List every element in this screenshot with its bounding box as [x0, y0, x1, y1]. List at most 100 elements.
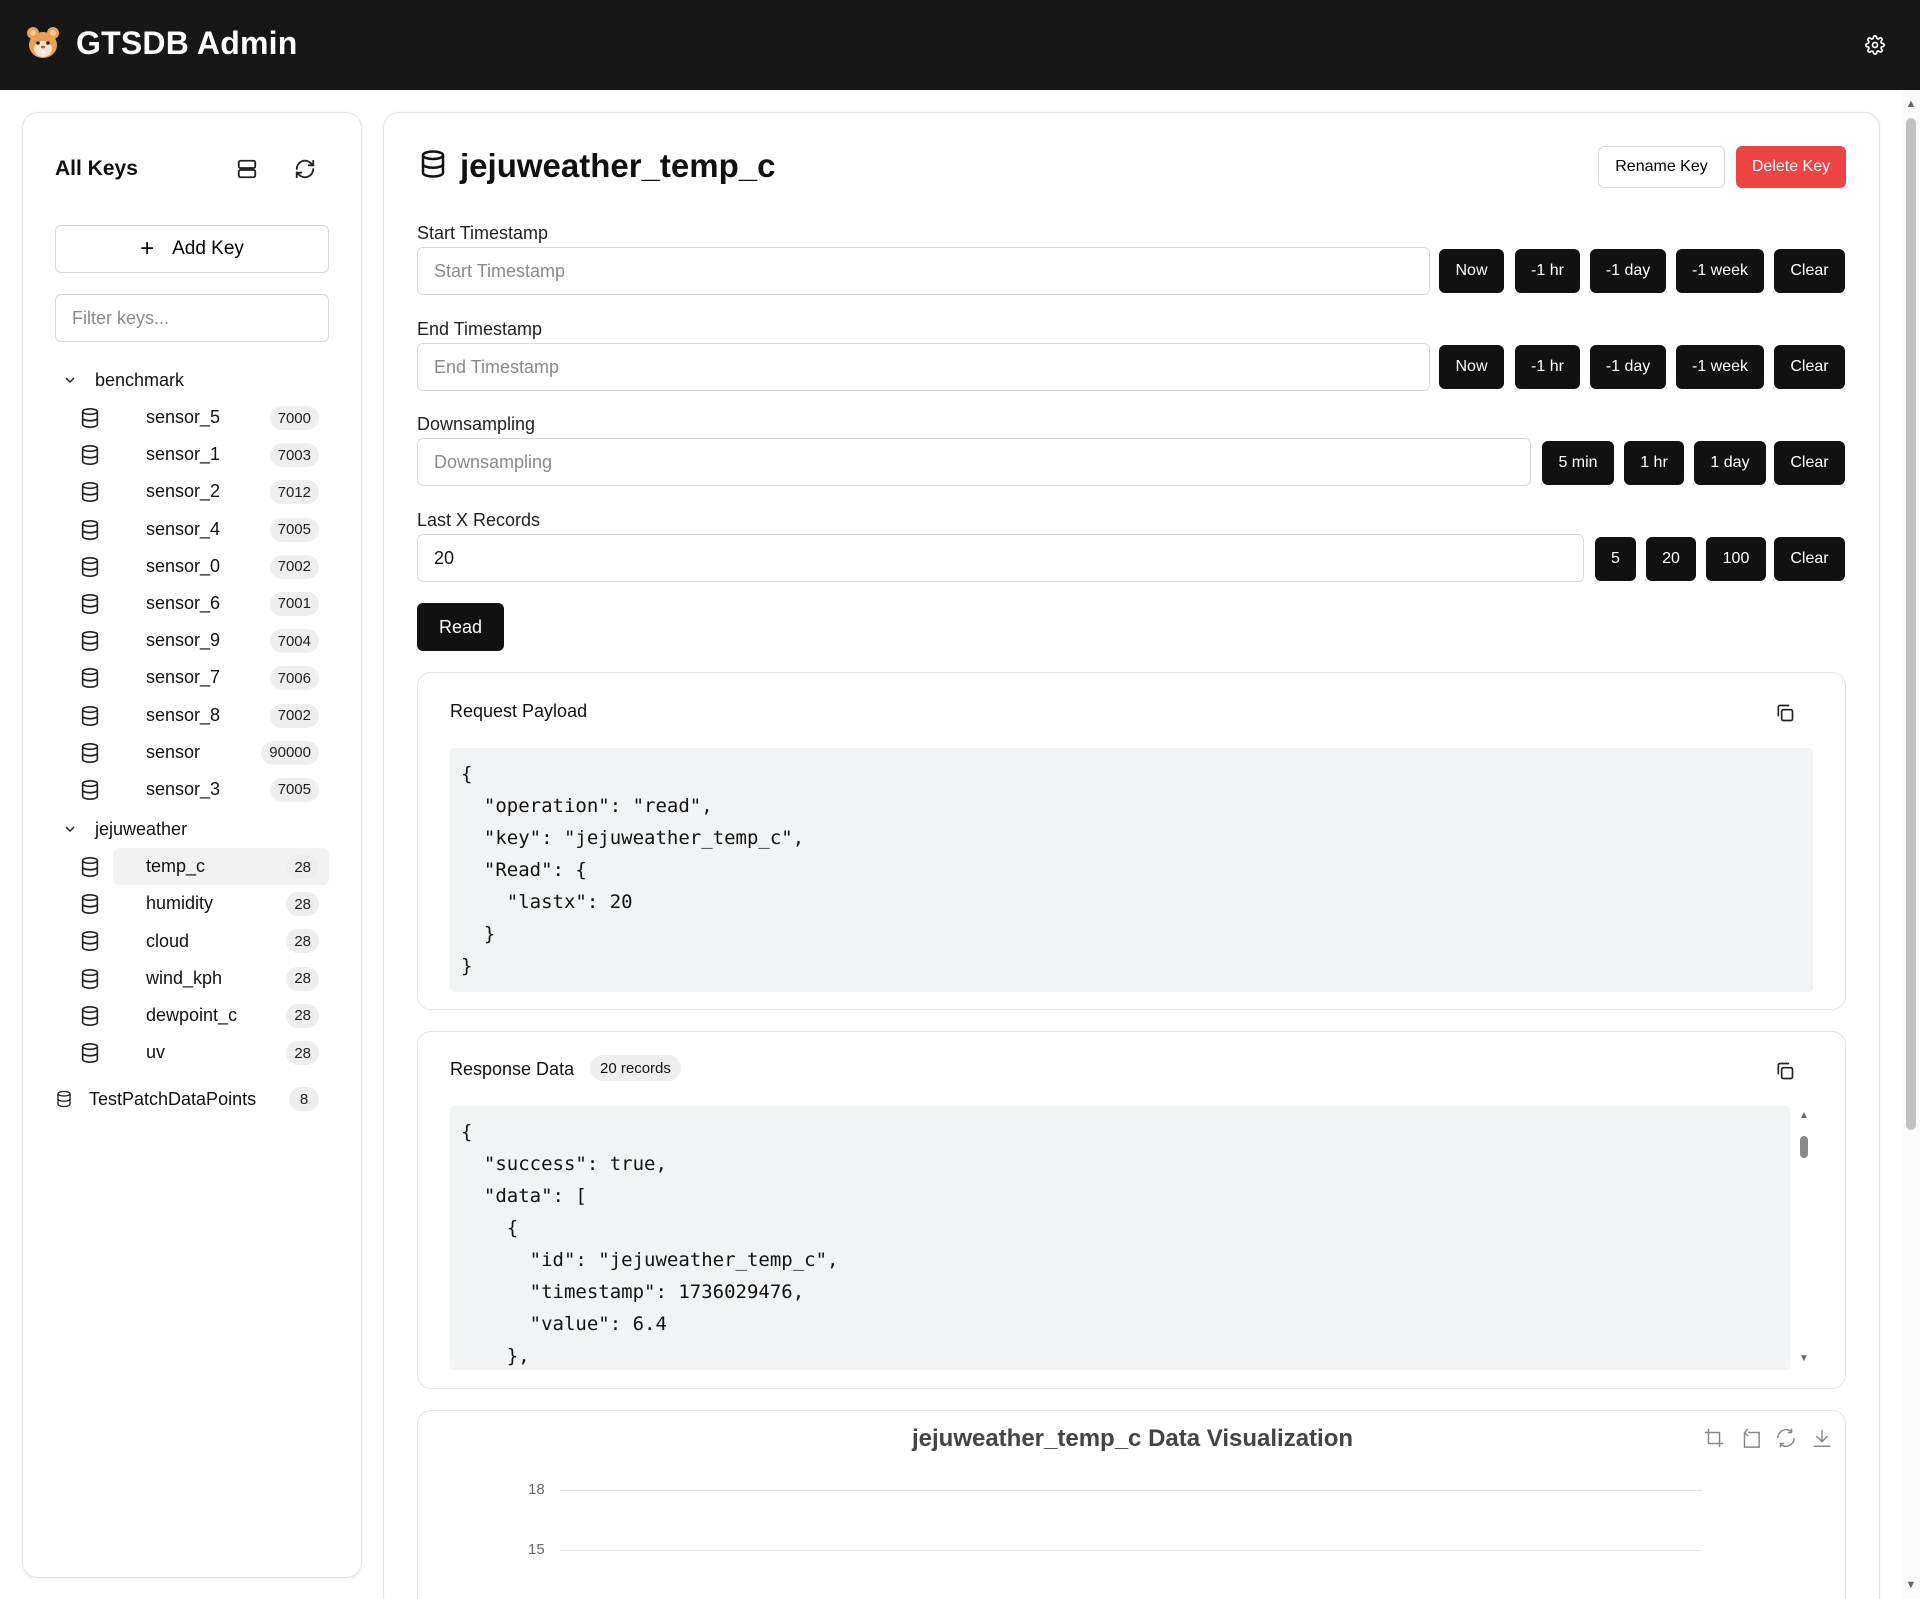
ds-preset-button[interactable]: 1 hr [1624, 441, 1684, 485]
key-item-temp_c[interactable]: temp_c 28 [81, 848, 329, 886]
key-item-wind_kph[interactable]: wind_kph 28 [81, 960, 329, 997]
keys-sidebar: All Keys + Add Key benchmark sensor_5 7000… [22, 112, 362, 1578]
read-button[interactable]: Read [417, 603, 504, 651]
downsampling-label: Downsampling [417, 414, 536, 434]
end-preset-button[interactable]: -1 hr [1515, 345, 1580, 389]
scroll-down-icon[interactable]: ▼ [1799, 1353, 1809, 1364]
start-timestamp-label: Start Timestamp [417, 223, 549, 243]
copy-icon[interactable] [1771, 1057, 1799, 1085]
database-icon [79, 705, 101, 727]
key-group-label: benchmark [95, 369, 185, 390]
key-item-sensor_6[interactable]: sensor_6 7001 [81, 585, 329, 622]
start-preset-button[interactable]: Clear [1774, 249, 1845, 293]
copy-icon[interactable] [1771, 699, 1799, 727]
key-item-label: sensor_3 [146, 778, 221, 799]
database-icon [79, 742, 101, 764]
key-item-sensor[interactable]: sensor 90000 [81, 734, 329, 771]
key-item-sensor_0[interactable]: sensor_0 7002 [81, 548, 329, 585]
page-scroll-thumb[interactable] [1906, 118, 1916, 1130]
ds-preset-button[interactable]: 5 min [1542, 441, 1614, 485]
record-count-badge: 7002 [269, 703, 319, 728]
chart-card: jejuweather_temp_c Data Visualization 18… [417, 1410, 1846, 1599]
end-preset-button[interactable]: Clear [1774, 345, 1845, 389]
key-item-sensor_3[interactable]: sensor_3 7005 [81, 771, 329, 808]
zoom-select-icon[interactable] [1701, 1425, 1727, 1451]
database-icon [79, 593, 101, 615]
chevron-down-icon [59, 369, 81, 391]
lx-preset-button[interactable]: Clear [1774, 537, 1845, 581]
end-preset-button[interactable]: -1 week [1676, 345, 1764, 389]
end-timestamp-input[interactable] [417, 343, 1430, 391]
record-count-badge: 28 [286, 1003, 319, 1028]
add-key-label: Add Key [172, 238, 244, 259]
record-count-badge: 90000 [261, 740, 319, 765]
key-item-dewpoint_c[interactable]: dewpoint_c 28 [81, 997, 329, 1034]
delete-key-button[interactable]: Delete Key [1736, 146, 1846, 188]
key-tree: benchmark sensor_5 7000 sensor_1 7003 sensor_… [23, 361, 363, 1119]
start-preset-button[interactable]: Now [1439, 249, 1504, 293]
start-preset-button[interactable]: -1 week [1676, 249, 1764, 293]
key-item-sensor_5[interactable]: sensor_5 7000 [81, 399, 329, 436]
zoom-reset-icon[interactable] [1737, 1425, 1763, 1451]
request-payload-code: { "operation": "read", "key": "jejuweath… [450, 748, 1813, 992]
response-data-card: Response Data 20 records { "success": tr… [417, 1031, 1846, 1389]
server-icon[interactable] [233, 155, 261, 183]
restore-icon[interactable] [1773, 1425, 1799, 1451]
key-title: jejuweather_temp_c [460, 147, 776, 184]
download-icon[interactable] [1809, 1425, 1835, 1451]
start-preset-button[interactable]: -1 day [1590, 249, 1666, 293]
downsampling-input[interactable] [417, 438, 1531, 486]
key-item-sensor_1[interactable]: sensor_1 7003 [81, 436, 329, 473]
scroll-up-icon[interactable]: ▲ [1799, 1110, 1809, 1121]
scroll-down-icon[interactable]: ▼ [1905, 1579, 1917, 1591]
scroll-up-icon[interactable]: ▲ [1905, 98, 1917, 110]
key-item-sensor_8[interactable]: sensor_8 7002 [81, 697, 329, 734]
database-icon [79, 930, 101, 952]
lx-preset-button[interactable]: 20 [1646, 537, 1696, 581]
key-item-TestPatchDataPoints[interactable]: TestPatchDataPoints 8 [23, 1079, 329, 1119]
key-item-sensor_7[interactable]: sensor_7 7006 [81, 659, 329, 696]
app-title: GTSDB Admin [76, 24, 298, 61]
scroll-thumb[interactable] [1800, 1136, 1808, 1158]
plus-icon: + [140, 235, 155, 262]
refresh-icon[interactable] [291, 155, 319, 183]
end-timestamp-label: End Timestamp [417, 319, 543, 339]
response-scrollbar[interactable]: ▲ ▼ [1797, 1106, 1811, 1370]
key-item-sensor_9[interactable]: sensor_9 7004 [81, 622, 329, 659]
key-item-sensor_2[interactable]: sensor_2 7012 [81, 473, 329, 510]
key-item-label: cloud [146, 930, 190, 951]
rename-key-button[interactable]: Rename Key [1598, 146, 1725, 188]
key-detail-panel: jejuweather_temp_c Rename Key Delete Key… [383, 112, 1880, 1599]
key-group-jejuweather[interactable]: jejuweather [23, 810, 363, 848]
gear-icon[interactable] [1860, 30, 1890, 60]
key-item-humidity[interactable]: humidity 28 [81, 885, 329, 922]
key-item-label: sensor_6 [146, 593, 221, 614]
start-preset-button[interactable]: -1 hr [1515, 249, 1580, 293]
page-scrollbar[interactable]: ▲ ▼ [1902, 90, 1920, 1599]
brand[interactable]: GTSDB Admin [24, 24, 297, 62]
y-gridline [560, 1550, 1702, 1551]
add-key-button[interactable]: + Add Key [55, 225, 329, 273]
y-gridline [560, 1490, 1702, 1491]
lx-preset-button[interactable]: 5 [1595, 537, 1636, 581]
filter-keys-input[interactable] [55, 294, 329, 342]
ds-preset-button[interactable]: Clear [1774, 441, 1845, 485]
end-preset-button[interactable]: Now [1439, 345, 1504, 389]
key-group-benchmark[interactable]: benchmark [23, 361, 363, 399]
database-icon [55, 1090, 73, 1108]
key-item-label: sensor_9 [146, 630, 221, 651]
key-header: jejuweather_temp_c [418, 147, 775, 185]
y-tick-label: 15 [528, 1541, 545, 1558]
database-icon [79, 519, 101, 541]
lx-preset-button[interactable]: 100 [1706, 537, 1766, 581]
key-item-uv[interactable]: uv 28 [81, 1034, 329, 1071]
last-x-input[interactable] [417, 534, 1584, 582]
key-item-cloud[interactable]: cloud 28 [81, 922, 329, 959]
key-item-sensor_4[interactable]: sensor_4 7005 [81, 511, 329, 548]
start-timestamp-input[interactable] [417, 247, 1430, 295]
end-preset-button[interactable]: -1 day [1590, 345, 1666, 389]
key-item-label: humidity [146, 893, 214, 914]
request-payload-card: Request Payload { "operation": "read", "… [417, 672, 1846, 1010]
record-count-badge: 8 [289, 1087, 319, 1112]
ds-preset-button[interactable]: 1 day [1694, 441, 1766, 485]
